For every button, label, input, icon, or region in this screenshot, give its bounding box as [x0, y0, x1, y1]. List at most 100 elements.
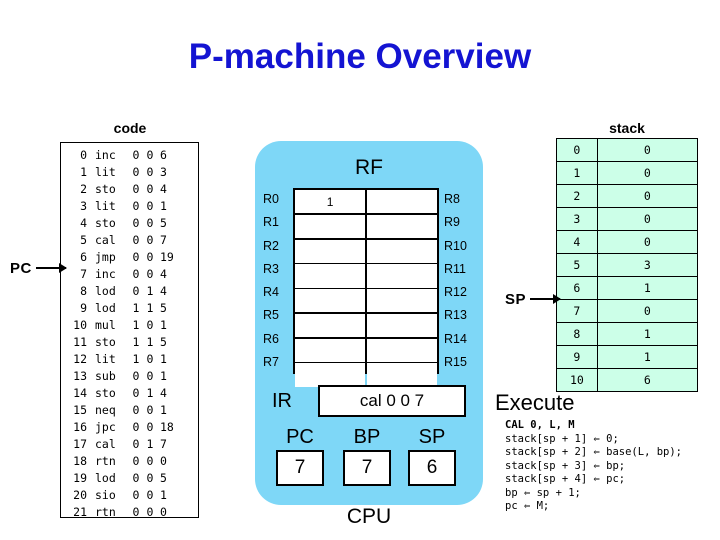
- code-field-3: 3: [160, 165, 167, 179]
- code-field-2: 1: [146, 335, 154, 349]
- code-field-1: 1: [132, 352, 140, 366]
- stack-row: 20: [556, 184, 699, 208]
- register-name-r3: R3: [263, 261, 279, 276]
- stack-value: 1: [596, 276, 699, 300]
- stack-section-label: stack: [609, 120, 645, 136]
- code-opcode: rtn: [95, 454, 116, 468]
- code-opcode: sio: [95, 488, 116, 502]
- code-opcode: cal: [95, 233, 116, 247]
- register-name-r11: R11: [444, 261, 467, 276]
- code-address: 20: [73, 488, 87, 502]
- stack-index: 2: [556, 184, 598, 208]
- code-field-3: 7: [160, 233, 167, 247]
- code-row: 0 inc 0 0 6: [61, 147, 198, 164]
- code-field-2: 0: [146, 420, 154, 434]
- code-opcode: sto: [95, 386, 116, 400]
- code-field-3: 0: [160, 505, 167, 519]
- register-name-r14: R14: [444, 331, 467, 346]
- code-field-2: 0: [146, 318, 154, 332]
- code-opcode: sto: [95, 182, 116, 196]
- execute-line: stack[sp + 1] ⇐ 0;: [505, 432, 619, 445]
- code-field-3: 18: [160, 420, 174, 434]
- stack-index: 8: [556, 322, 598, 346]
- register-file-title: RF: [355, 156, 383, 179]
- code-row: 19 lod 0 0 5: [61, 470, 198, 487]
- code-opcode: cal: [95, 437, 116, 451]
- stack-value: 0: [596, 207, 699, 231]
- code-field-1: 0: [132, 437, 140, 451]
- pc-register-value: 7: [276, 450, 324, 486]
- code-field-3: 4: [160, 386, 167, 400]
- code-field-1: 0: [132, 505, 140, 519]
- code-field-3: 1: [160, 403, 167, 417]
- sp-pointer-label: SP: [505, 290, 527, 308]
- code-field-3: 0: [160, 454, 167, 468]
- code-address: 17: [73, 437, 87, 451]
- code-row: 4 sto 0 0 5: [61, 215, 198, 232]
- code-field-2: 0: [146, 352, 154, 366]
- code-field-1: 0: [132, 148, 140, 162]
- stack-value: 6: [596, 368, 699, 392]
- register-cell: [366, 289, 437, 313]
- bp-register-label: BP: [353, 426, 381, 448]
- stack-row: 70: [556, 299, 699, 323]
- execute-line: stack[sp + 4] ⇐ pc;: [505, 473, 626, 485]
- code-opcode: lod: [95, 471, 116, 485]
- cpu-caption: CPU: [346, 505, 392, 528]
- code-field-2: 0: [146, 233, 154, 247]
- code-field-3: 4: [160, 267, 167, 281]
- execute-label: Execute: [495, 390, 575, 415]
- register-name-r4: R4: [263, 285, 279, 299]
- code-opcode: lit: [95, 165, 116, 179]
- code-opcode: lod: [95, 301, 116, 315]
- code-opcode: inc: [95, 148, 116, 162]
- code-row: 17 cal 0 1 7: [61, 436, 198, 453]
- stack-index: 4: [556, 230, 598, 254]
- arrow-right-icon: [35, 263, 67, 273]
- stack-value: 0: [596, 161, 699, 185]
- register-cell: [295, 264, 366, 288]
- register-name-r0: R0: [263, 192, 279, 206]
- stack-row: 40: [556, 230, 699, 254]
- code-field-1: 0: [132, 403, 140, 417]
- code-field-3: 1: [160, 488, 167, 502]
- stack-row: 61: [556, 276, 699, 300]
- code-row: 5 cal 0 0 7: [61, 232, 198, 249]
- code-row: 1 lit 0 0 3: [61, 164, 198, 181]
- code-field-2: 0: [146, 148, 154, 162]
- stack-index: 5: [556, 253, 598, 277]
- stack-row: 10: [556, 161, 699, 185]
- register-name-r10: R10: [444, 238, 467, 253]
- stack-value: 0: [596, 230, 699, 254]
- code-field-3: 5: [160, 471, 167, 485]
- pc-pointer: PC: [10, 259, 67, 277]
- register-name-r12: R12: [444, 285, 467, 299]
- stack-table: 0 0 1 0 2 0 3 0 4 0 5 3 6 1 7 0 8 1 9 1 10 6: [556, 138, 699, 392]
- register-cell: [295, 338, 366, 362]
- code-field-2: 1: [146, 437, 154, 451]
- code-field-1: 0: [132, 199, 140, 213]
- register-cell: 1: [295, 190, 366, 214]
- register-cell: [295, 239, 366, 263]
- stack-row: 81: [556, 322, 699, 346]
- code-address: 2: [80, 182, 87, 196]
- stack-index: 10: [556, 368, 598, 392]
- code-field-1: 0: [132, 267, 140, 281]
- code-field-2: 0: [146, 471, 154, 485]
- code-address: 18: [73, 454, 87, 468]
- code-field-3: 7: [160, 437, 167, 451]
- stack-value: 1: [596, 345, 699, 369]
- stack-value: 0: [596, 138, 699, 162]
- code-field-3: 1: [160, 369, 167, 383]
- code-row: 7 inc 0 0 4: [61, 266, 198, 283]
- register-name-r2: R2: [263, 238, 279, 253]
- code-opcode: inc: [95, 267, 116, 281]
- execute-line: stack[sp + 2] ⇐ base(L, bp);: [505, 446, 683, 458]
- code-field-1: 1: [132, 335, 140, 349]
- execute-pseudocode: CAL 0, L, Mstack[sp + 1] ⇐ 0; stack[sp + …: [505, 419, 682, 514]
- code-address: 1: [80, 165, 87, 179]
- code-row: 12 lit 1 0 1: [61, 351, 198, 368]
- code-opcode: sto: [95, 335, 116, 349]
- register-name-r15: R15: [444, 354, 467, 369]
- pc-register-label: PC: [286, 426, 314, 448]
